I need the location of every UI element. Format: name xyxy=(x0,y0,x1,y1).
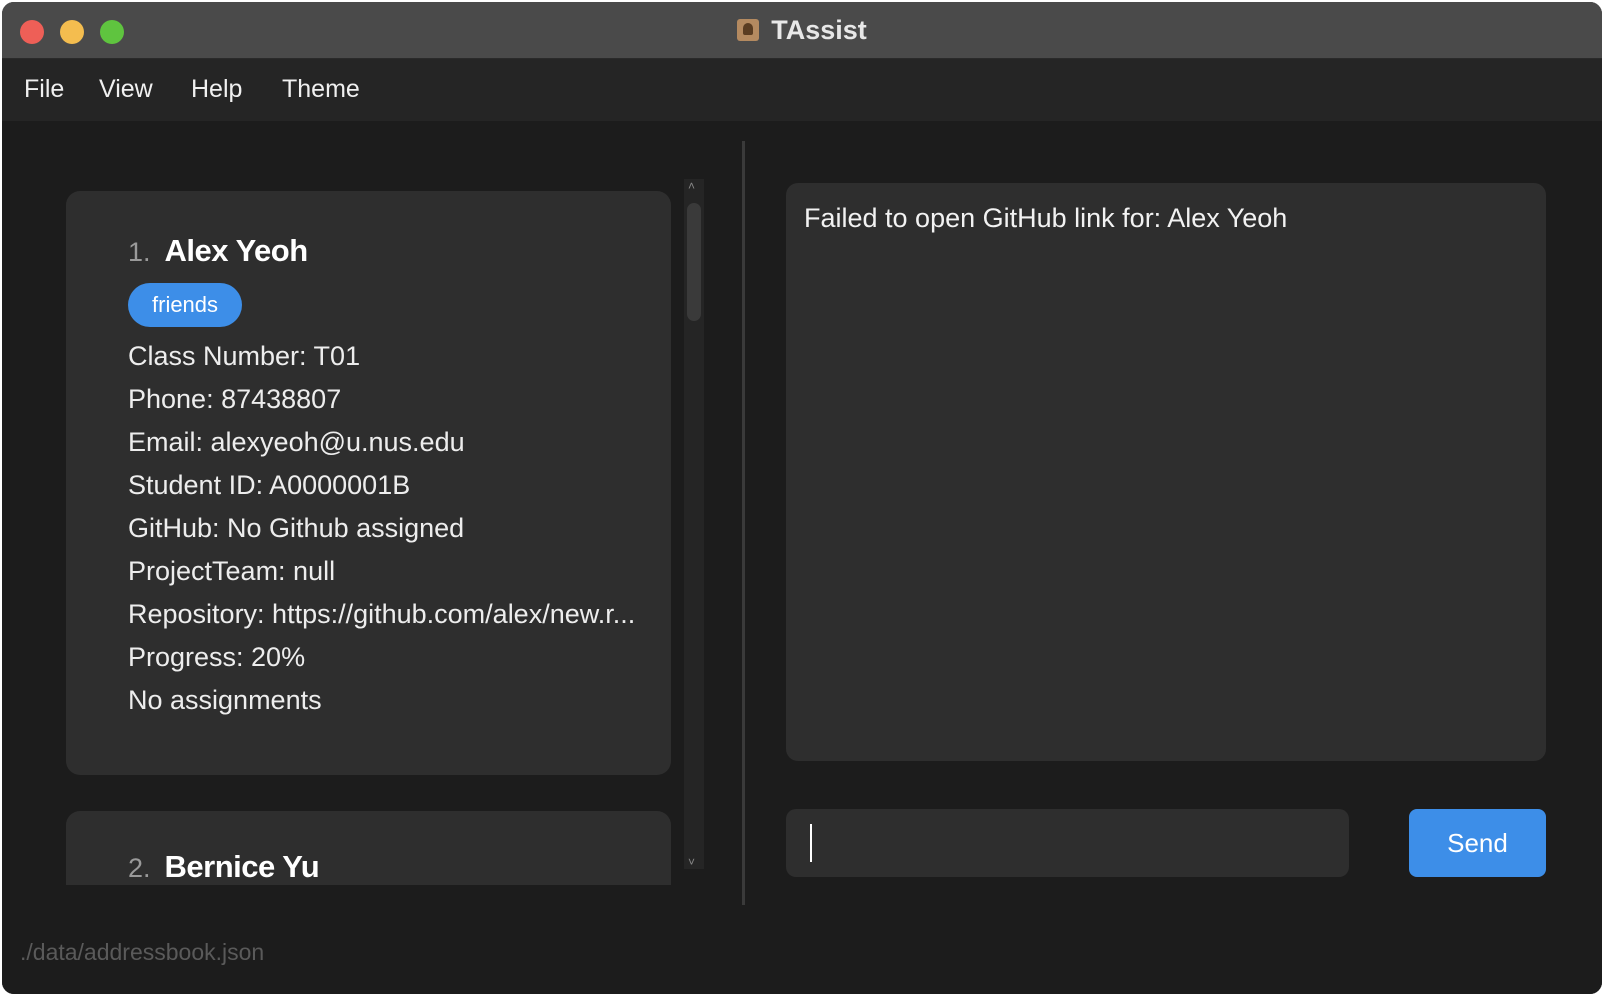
repository-field: Repository: https://github.com/alex/new.… xyxy=(128,599,636,629)
github-field: GitHub: No Github assigned xyxy=(128,513,465,543)
scroll-thumb[interactable] xyxy=(687,203,701,321)
menu-view[interactable]: View xyxy=(99,75,153,104)
menu-help[interactable]: Help xyxy=(191,75,242,104)
phone-field: Phone: 87438807 xyxy=(128,384,342,414)
menu-bar: File View Help Theme xyxy=(2,59,1602,121)
command-input[interactable] xyxy=(786,809,1349,877)
student-id-field: Student ID: A0000001B xyxy=(128,470,411,500)
window-title: TAssist xyxy=(771,14,867,45)
person-card-header: 2. Bernice Yu xyxy=(128,849,320,885)
scroll-down-icon[interactable]: ˅ xyxy=(688,855,695,869)
email-field: Email: alexyeoh@u.nus.edu xyxy=(128,427,465,457)
split-pane-divider[interactable] xyxy=(742,141,745,905)
result-message: Failed to open GitHub link for: Alex Yeo… xyxy=(804,203,1288,233)
person-name: Bernice Yu xyxy=(164,849,320,884)
person-index: 2. xyxy=(128,853,151,883)
menu-file[interactable]: File xyxy=(24,75,64,104)
assignments-field: No assignments xyxy=(128,685,322,715)
main-content: 1. Alex Yeoh friends Class Number: T01 P… xyxy=(2,121,1602,994)
window-title-group: TAssist xyxy=(2,2,1602,58)
status-bar-path: ./data/addressbook.json xyxy=(20,939,265,965)
person-card[interactable]: 1. Alex Yeoh friends Class Number: T01 P… xyxy=(66,191,671,775)
send-button[interactable]: Send xyxy=(1409,809,1546,877)
person-card[interactable]: 2. Bernice Yu xyxy=(66,811,671,885)
person-index: 1. xyxy=(128,237,151,267)
tag-badge: friends xyxy=(128,283,243,327)
result-display: Failed to open GitHub link for: Alex Yeo… xyxy=(786,183,1546,761)
text-cursor xyxy=(810,824,812,862)
person-list-scrollbar[interactable]: ˄ ˅ xyxy=(684,179,704,869)
person-list[interactable]: 1. Alex Yeoh friends Class Number: T01 P… xyxy=(66,191,676,885)
app-icon xyxy=(737,19,760,41)
menu-theme[interactable]: Theme xyxy=(282,75,360,104)
progress-field: Progress: 20% xyxy=(128,642,306,672)
scroll-up-icon[interactable]: ˄ xyxy=(688,179,695,193)
title-bar[interactable]: TAssist xyxy=(2,2,1602,59)
person-card-header: 1. Alex Yeoh xyxy=(128,233,308,269)
app-window: TAssist File View Help Theme 1. Alex Yeo… xyxy=(2,2,1602,994)
project-team-field: ProjectTeam: null xyxy=(128,556,336,586)
class-number-field: Class Number: T01 xyxy=(128,341,361,371)
person-name: Alex Yeoh xyxy=(164,233,309,268)
